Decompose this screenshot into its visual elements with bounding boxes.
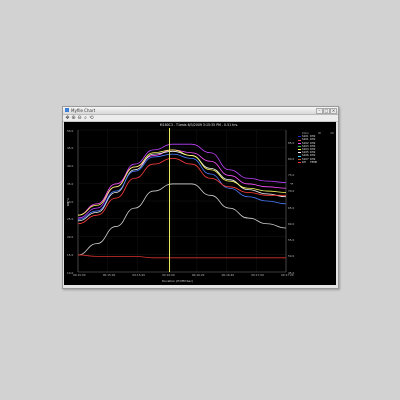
y-tick-label-left: 45.0 xyxy=(67,146,74,151)
y-tick-label-left: 20.0 xyxy=(67,235,74,239)
y-tick-label-right: 75.0 xyxy=(288,173,295,177)
maximize-button[interactable]: □ xyxy=(323,108,330,114)
y-tick-label-left: 10.0 xyxy=(67,270,74,275)
legend-swatch xyxy=(298,136,301,138)
y-tick-label-left: 15.0 xyxy=(67,252,74,257)
y-tick-label-right: 60.0 xyxy=(288,221,295,226)
pan-icon[interactable]: ✥ xyxy=(65,115,70,121)
y-tick-label-left: 25.0 xyxy=(67,217,74,222)
x-tick-label: 00:16:00 xyxy=(162,273,175,277)
title-bar[interactable]: Myfile Chart – □ × xyxy=(63,107,338,115)
x-axis-label: Duration (H:MM:Sec) xyxy=(162,279,194,283)
x-tick-label: 00:15:20 xyxy=(102,273,116,277)
zoom-in-icon[interactable]: ⊕ xyxy=(71,115,76,121)
x-tick-label: 00:17:00 xyxy=(251,273,264,277)
chart-area[interactable]: M180C3 - T1ests 6/3/2009 3:15:35 PM - 0.… xyxy=(64,122,336,285)
legend-channel: TEMP xyxy=(310,160,318,164)
y-tick-label-left: 50.0 xyxy=(67,128,74,133)
y-tick-label-right: 50.0 xyxy=(288,254,295,259)
x-tick-label: 00:16:40 xyxy=(221,273,235,277)
series-line-blue xyxy=(77,153,287,220)
zoom-box-icon[interactable]: ⌕ xyxy=(83,115,88,121)
x-tick-label: 00:15:00 xyxy=(73,273,86,277)
legend-header-ch: Ch xyxy=(330,132,334,135)
y-tick-label-right: 70.0 xyxy=(288,189,295,194)
series-line-purple xyxy=(77,143,287,219)
y-axis-label-right: °F xyxy=(290,182,294,186)
y-tick-label-right: 65.0 xyxy=(288,205,295,210)
x-tick-label: 00:15:40 xyxy=(132,273,145,277)
app-icon xyxy=(65,108,69,112)
y-tick-label-left: 40.0 xyxy=(67,164,74,168)
legend-swatch xyxy=(298,158,301,160)
legend-entry[interactable]: RH TEMP xyxy=(298,161,334,164)
legend-swatch xyxy=(298,139,301,141)
chart-window: Myfile Chart – □ × ✥ ⊕ ⊖ ⌕ ⟲ M180C3 - T1… xyxy=(62,106,339,289)
legend-swatch xyxy=(298,152,301,154)
legend-entries: S101 RH2 S101 RH2 S102 RH2 S103 RH2 S104 RH2 S105 R… xyxy=(298,135,334,164)
close-button[interactable]: × xyxy=(330,108,337,114)
y-tick-label-right: 55.0 xyxy=(288,238,295,242)
zoom-out-icon[interactable]: ⊖ xyxy=(77,115,82,121)
y-tick-label-right: 85.0 xyxy=(288,140,295,145)
chart-title: M180C3 - T1ests 6/3/2009 3:15:35 PM - 0.… xyxy=(159,123,239,127)
line-chart[interactable] xyxy=(64,122,336,285)
legend: Color ID Ch S101 RH2 S101 RH2 S102 RH2 S103 RH2… xyxy=(298,132,334,164)
legend-swatch xyxy=(298,149,301,151)
y-tick-label-left: 30.0 xyxy=(67,199,74,204)
series-line-magenta xyxy=(77,149,287,216)
toolbar: ✥ ⊕ ⊖ ⌕ ⟲ xyxy=(63,115,338,122)
y-tick-label-left: 35.0 xyxy=(67,181,74,186)
legend-swatch xyxy=(298,142,301,144)
window-title: Myfile Chart xyxy=(71,108,96,113)
reset-icon[interactable]: ⟲ xyxy=(89,115,94,121)
legend-swatch xyxy=(298,155,301,157)
series-line-white xyxy=(77,150,287,222)
series-line-grey xyxy=(77,183,287,256)
series-line-temperature xyxy=(77,254,286,259)
series-line-yellow xyxy=(77,149,287,216)
legend-swatch xyxy=(298,145,301,147)
minimize-button[interactable]: – xyxy=(316,108,323,114)
legend-id: RH xyxy=(302,160,306,164)
legend-swatch xyxy=(298,161,301,163)
x-tick-label: 00:16:20 xyxy=(191,273,205,277)
y-tick-label-right: 80.0 xyxy=(288,156,295,161)
y-tick-label-right: 45.0 xyxy=(288,270,295,275)
